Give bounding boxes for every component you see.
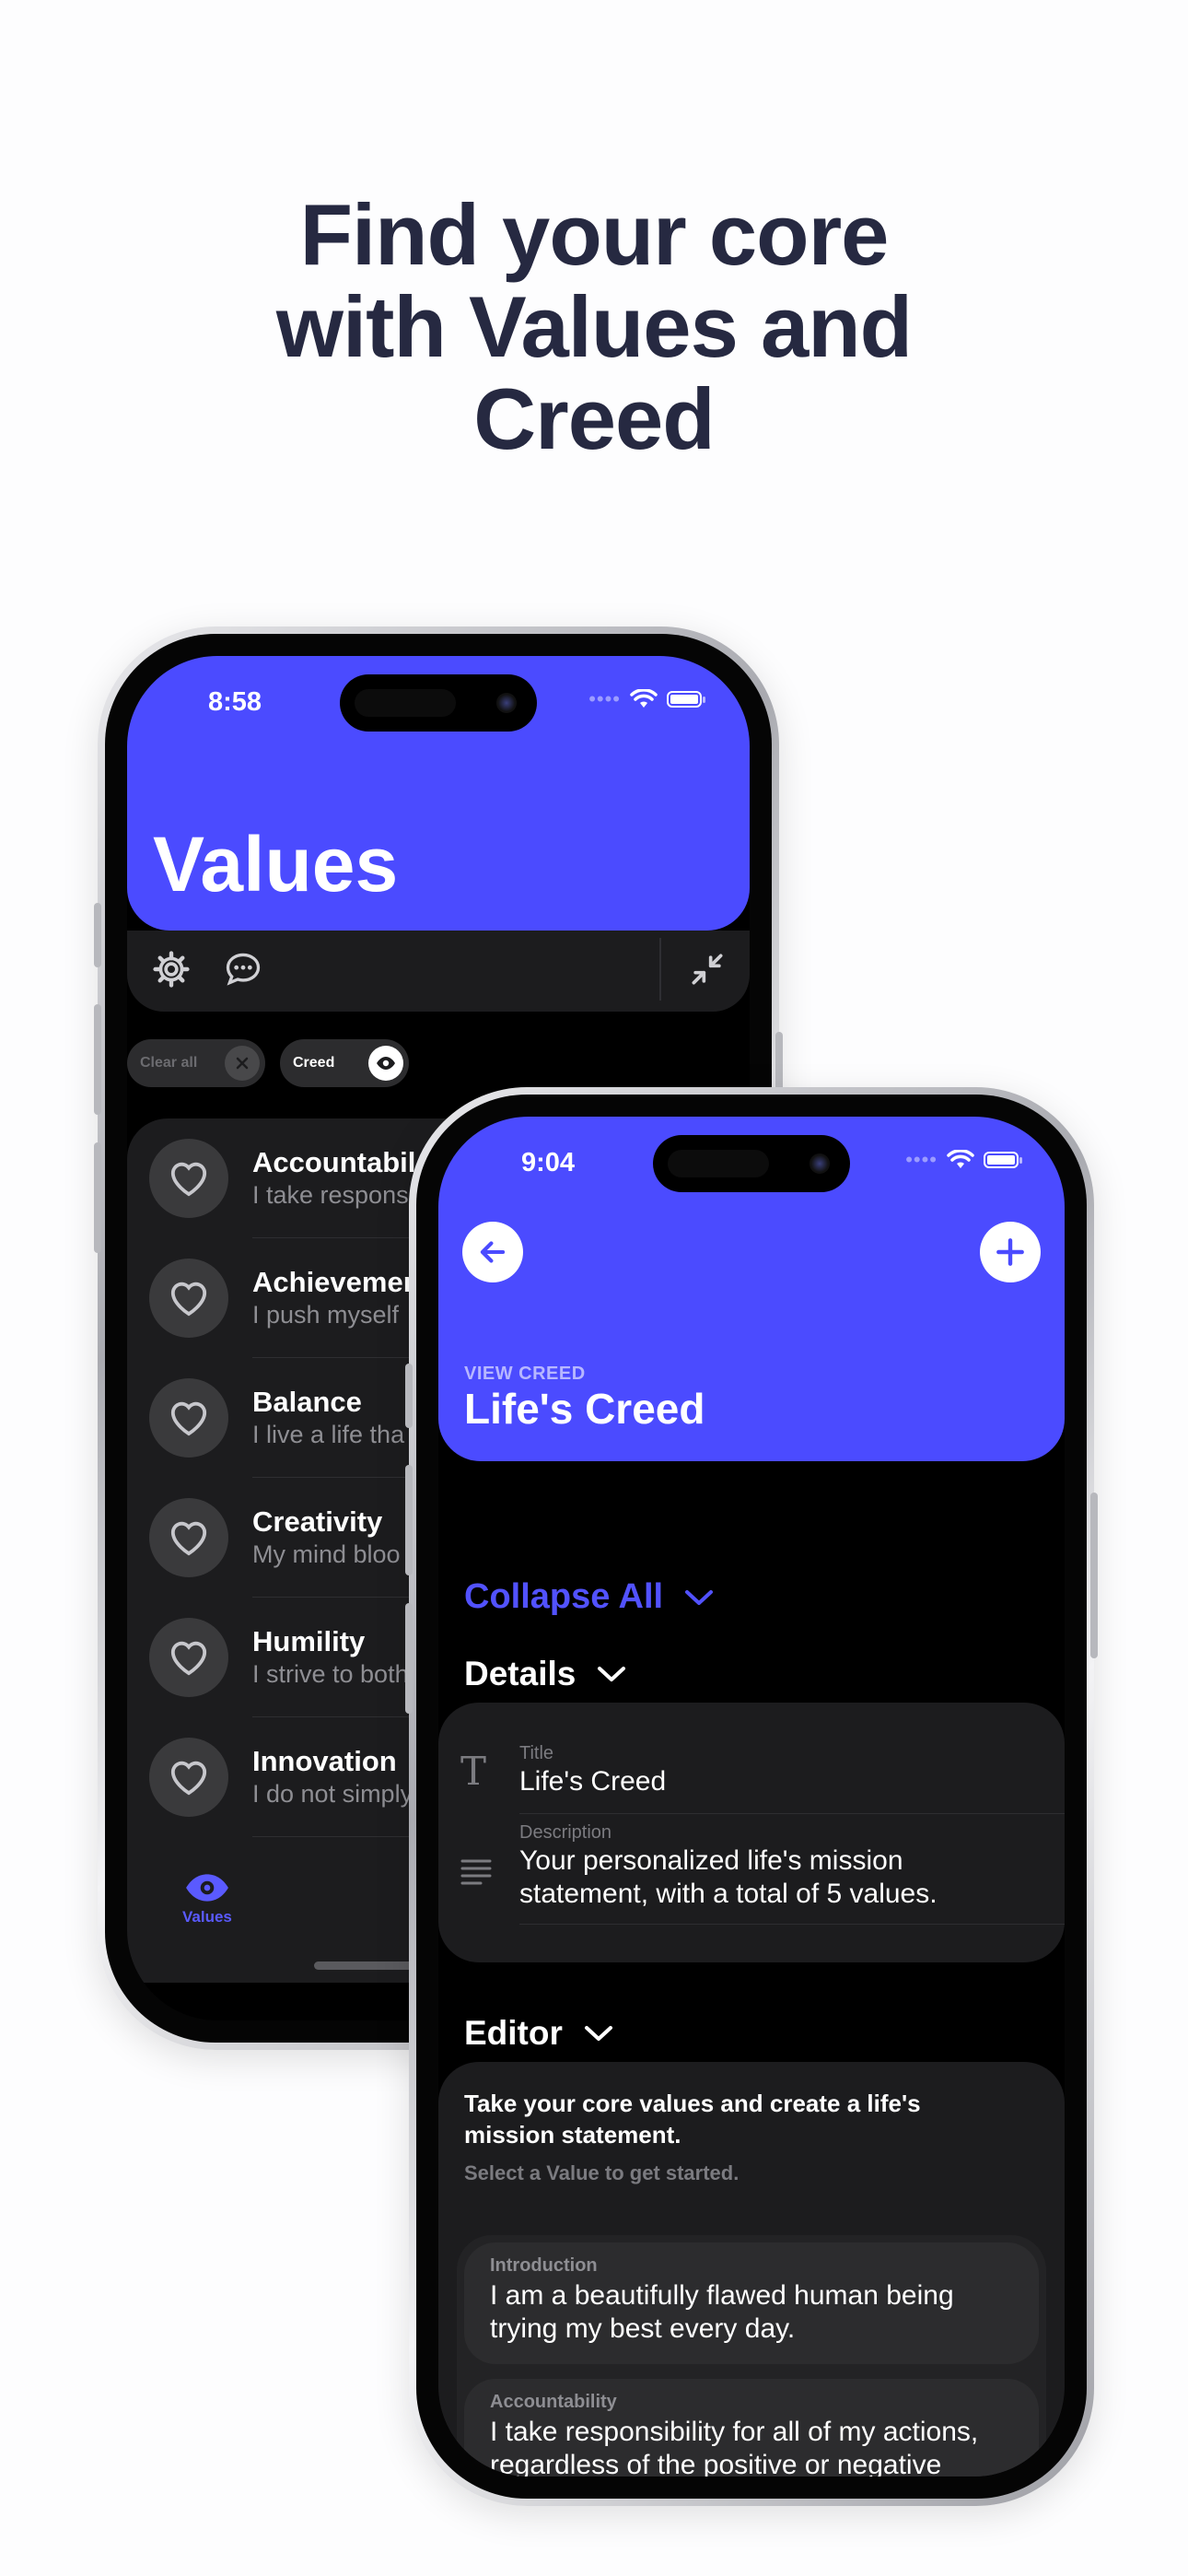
tab-values-label: Values [182,1908,232,1926]
list-item-title: Creativity [252,1505,383,1538]
editor-card: Take your core values and create a life'… [438,2062,1065,2476]
close-icon[interactable] [225,1046,260,1081]
list-item-subtitle: My mind bloo [252,1540,401,1568]
title-field-label: Title [519,1743,554,1763]
headline-line-2: with Values and [275,278,913,375]
creed-chip-label: Creed [293,1055,335,1071]
list-item-subtitle: I do not simply [252,1780,413,1808]
editor-hint: Select a Value to get started. [464,2161,740,2184]
cellular-signal-icon: •••• [588,687,621,710]
gear-icon[interactable] [151,949,192,989]
values-toolbar [127,931,750,1012]
text-format-icon: T [460,1749,487,1794]
chevron-down-icon [598,1667,626,1681]
header-overline: VIEW CREED [464,1364,586,1384]
status-icons: •••• [905,1148,1022,1172]
collapse-all-label: Collapse All [464,1577,664,1616]
chevron-down-icon [685,1589,714,1605]
creed-entry[interactable]: Introduction I am a beautifully flawed h… [464,2242,1039,2364]
creed-entry-text[interactable]: I am a beautifully flawed human being tr… [490,2279,1020,2346]
tab-values[interactable]: Values [182,1872,232,1926]
description-field-label: Description [519,1822,612,1843]
list-item-title: Accountabil [252,1146,416,1178]
clear-all-chip[interactable]: Clear all [127,1039,265,1087]
list-item-title: Achievemen [252,1266,421,1298]
heart-icon[interactable] [149,1259,228,1338]
heart-icon[interactable] [149,1498,228,1577]
add-button[interactable] [980,1222,1041,1282]
status-time: 9:04 [521,1148,576,1177]
dynamic-island [653,1135,850,1192]
plus-icon [996,1238,1024,1266]
marketing-headline: Find your core with Values and Creed [0,189,1188,465]
chevron-down-icon [584,2026,612,2041]
creed-entries: Introduction I am a beautifully flawed h… [457,2235,1046,2476]
headline-line-3: Creed [473,370,715,467]
creed-header: 9:04 •••• VIEW CREED Life's Creed [438,1117,1065,1461]
paragraph-icon [460,1859,492,1885]
editor-instruction: Take your core values and create a life'… [464,2090,921,2149]
list-item-title: Innovation [252,1745,397,1777]
creed-entry-label: Accountability [490,2392,617,2412]
chat-icon[interactable] [223,949,263,989]
heart-icon[interactable] [149,1738,228,1817]
list-item-subtitle: I live a life tha [252,1421,405,1448]
collapse-arrows-icon[interactable] [687,949,728,989]
eye-icon [186,1874,228,1902]
creed-entry-label: Introduction [490,2255,598,2276]
status-time: 8:58 [208,687,262,717]
wifi-icon [630,689,658,708]
phone-creed: 9:04 •••• VIEW CREED Life's Creed Collap… [405,1087,1098,2506]
creed-screen: 9:04 •••• VIEW CREED Life's Creed Collap… [438,1117,1065,2476]
creed-entry[interactable]: Accountability I take responsibility for… [464,2379,1039,2476]
arrow-left-icon [480,1241,506,1263]
eye-icon[interactable] [368,1046,403,1081]
list-item-title: Balance [252,1386,362,1418]
battery-icon [984,1152,1022,1168]
details-heading: Details [464,1655,577,1692]
description-field[interactable]: Your personalized life's mission stateme… [519,1844,998,1911]
page-title: Life's Creed [464,1385,705,1433]
headline-line-1: Find your core [299,186,890,283]
collapse-all-button[interactable]: Collapse All [464,1577,715,1617]
details-section-toggle[interactable]: Details [464,1655,627,1693]
list-item-subtitle: I take respons [252,1181,409,1209]
dynamic-island [340,674,537,732]
status-icons: •••• [588,687,705,711]
list-item-title: Humility [252,1625,366,1657]
editor-heading: Editor [464,2014,563,2052]
title-field[interactable]: Life's Creed [519,1765,666,1798]
details-card: T Title Life's Creed Description Your pe… [438,1703,1065,1962]
heart-icon[interactable] [149,1618,228,1697]
cellular-signal-icon: •••• [905,1148,938,1171]
wifi-icon [947,1150,974,1168]
list-item-subtitle: I push myself [252,1301,400,1329]
battery-icon [667,691,705,708]
heart-icon[interactable] [149,1378,228,1458]
values-header: 8:58 •••• Values [127,656,750,931]
creed-chip[interactable]: Creed [280,1039,409,1087]
back-button[interactable] [462,1222,523,1282]
clear-all-label: Clear all [140,1055,198,1071]
list-item-subtitle: I strive to both [252,1660,409,1688]
toolbar-divider [659,938,661,1001]
page-title: Values [153,821,399,907]
heart-icon[interactable] [149,1139,228,1218]
editor-section-toggle[interactable]: Editor [464,2014,614,2053]
creed-entry-text[interactable]: I take responsibility for all of my acti… [490,2416,1020,2476]
